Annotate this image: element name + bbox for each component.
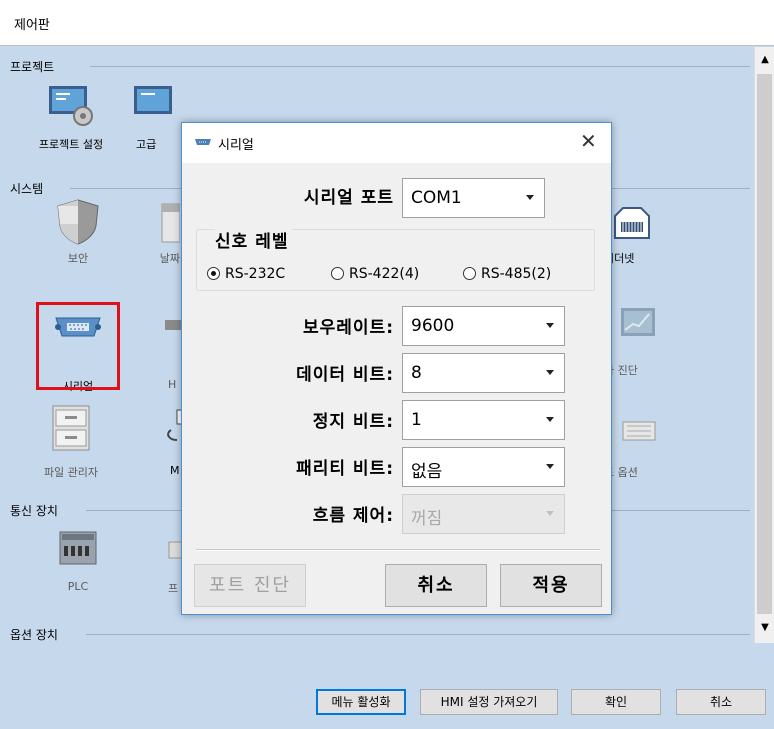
parity-bits-select[interactable]: 없음: [402, 447, 565, 487]
signal-level-label: 신호 레벨: [215, 227, 293, 252]
baud-rate-select[interactable]: 9600: [402, 306, 565, 346]
file-manager-item[interactable]: 파일 관리자: [26, 404, 116, 480]
section-label: 통신 장치: [10, 504, 58, 518]
serial-highlight-box: [36, 302, 120, 390]
serial-dialog: 시리얼 ✕ 시리얼 포트 COM1 신호 레벨 RS-232C RS-422(4…: [181, 122, 612, 615]
selected-value: 8: [411, 363, 422, 383]
scroll-up-icon[interactable]: ▲: [755, 49, 774, 71]
chevron-down-icon: [546, 511, 554, 516]
item-label: 고급: [136, 138, 157, 151]
keyboard-option-item[interactable]: 드 옵션: [604, 404, 674, 480]
item-label: 날짜: [159, 252, 180, 265]
radio-label: RS-422(4): [349, 266, 420, 282]
dialog-titlebar: 시리얼 ✕: [182, 123, 611, 163]
ok-button[interactable]: 확인: [571, 689, 661, 715]
stop-bits-select[interactable]: 1: [402, 400, 565, 440]
plc-item[interactable]: PLC: [33, 528, 123, 593]
port-diagnosis-button: 포트 진단: [194, 564, 306, 607]
apply-button[interactable]: 적용: [500, 564, 602, 607]
section-label: 시스템: [10, 182, 44, 196]
serial-port-select[interactable]: COM1: [402, 178, 545, 218]
chevron-down-icon: [546, 370, 554, 375]
item-label: PLC: [67, 580, 89, 593]
item-label: 가 진단: [604, 364, 638, 377]
shield-icon: [54, 198, 102, 245]
diagnosis-item[interactable]: 가 진단: [604, 306, 674, 378]
cancel-button[interactable]: 취소: [676, 689, 766, 715]
radio-label: RS-232C: [225, 266, 286, 282]
section-project: 프로젝트: [10, 58, 750, 74]
calendar-icon: [140, 198, 181, 243]
serial-port-label: 시리얼 포트: [303, 188, 394, 208]
plc-icon: [54, 528, 102, 572]
close-icon[interactable]: ✕: [580, 129, 597, 153]
item-label: 이더넷: [604, 252, 635, 265]
flow-control-label: 흐름 제어:: [312, 506, 394, 526]
date-item[interactable]: 날짜: [140, 198, 181, 266]
vertical-scrollbar[interactable]: ▲ ▼: [754, 47, 774, 643]
section-label: 프로젝트: [10, 60, 55, 74]
control-panel-window: 제어판 ▲ ▼ 프로젝트 시스템 통신 장치 옵션 장치 프로젝트 설정 고급 …: [0, 0, 774, 729]
chevron-down-icon: [526, 195, 534, 200]
section-option: 옵션 장치: [10, 626, 750, 642]
radio-label: RS-485(2): [481, 266, 552, 282]
project-settings-icon: [47, 84, 95, 128]
dialog-title: 시리얼: [218, 138, 254, 153]
ethernet-icon: [609, 198, 659, 242]
data-bits-label: 데이터 비트:: [296, 365, 394, 385]
scroll-down-icon[interactable]: ▼: [755, 617, 774, 639]
advanced-settings-icon: [132, 84, 180, 128]
flow-control-select: 꺼짐: [402, 494, 565, 534]
selected-value: 1: [411, 410, 422, 430]
titlebar: 제어판: [0, 0, 774, 46]
item-label: 보안: [67, 252, 89, 265]
chevron-down-icon: [546, 417, 554, 422]
ethernet-item[interactable]: 이더넷: [604, 198, 664, 266]
radio-rs485[interactable]: RS-485(2): [463, 266, 551, 282]
divider: [90, 66, 750, 67]
menu-activate-button[interactable]: 메뉴 활성화: [316, 689, 406, 715]
radio-empty-icon: [331, 267, 344, 280]
radio-empty-icon: [463, 267, 476, 280]
item-label: 파일 관리자: [43, 466, 99, 479]
selected-value: 9600: [411, 316, 455, 336]
signal-level-group: 신호 레벨 RS-232C RS-422(4) RS-485(2): [196, 227, 595, 291]
baud-rate-label: 보우레이트:: [303, 318, 394, 338]
selected-value: 없음: [411, 462, 443, 482]
project-settings-item[interactable]: 프로젝트 설정: [26, 84, 116, 152]
radio-rs422[interactable]: RS-422(4): [331, 266, 419, 282]
advanced-item[interactable]: 고급: [126, 84, 186, 152]
chart-monitor-icon: [619, 306, 659, 350]
chevron-down-icon: [546, 464, 554, 469]
selected-value: COM1: [411, 188, 462, 208]
import-hmi-settings-button[interactable]: HMI 설정 가져오기: [420, 689, 558, 715]
keyboard-icon: [619, 404, 659, 448]
dialog-cancel-button[interactable]: 취소: [385, 564, 487, 607]
file-cabinet-icon: [47, 404, 95, 451]
serial-port-icon: [195, 139, 211, 145]
chevron-down-icon: [546, 323, 554, 328]
parity-bits-label: 패리티 비트:: [296, 459, 394, 479]
item-label: 프로젝트 설정: [38, 138, 104, 151]
divider: [196, 549, 600, 551]
stop-bits-label: 정지 비트:: [312, 412, 394, 432]
scroll-thumb[interactable]: [757, 74, 772, 614]
window-title: 제어판: [14, 18, 50, 33]
section-label: 옵션 장치: [10, 628, 58, 642]
radio-selected-icon: [207, 267, 220, 280]
security-item[interactable]: 보안: [33, 198, 123, 266]
divider: [86, 634, 750, 635]
item-label: 드 옵션: [604, 466, 638, 479]
selected-value: 꺼짐: [411, 509, 443, 529]
radio-rs232c[interactable]: RS-232C: [207, 266, 285, 282]
data-bits-select[interactable]: 8: [402, 353, 565, 393]
